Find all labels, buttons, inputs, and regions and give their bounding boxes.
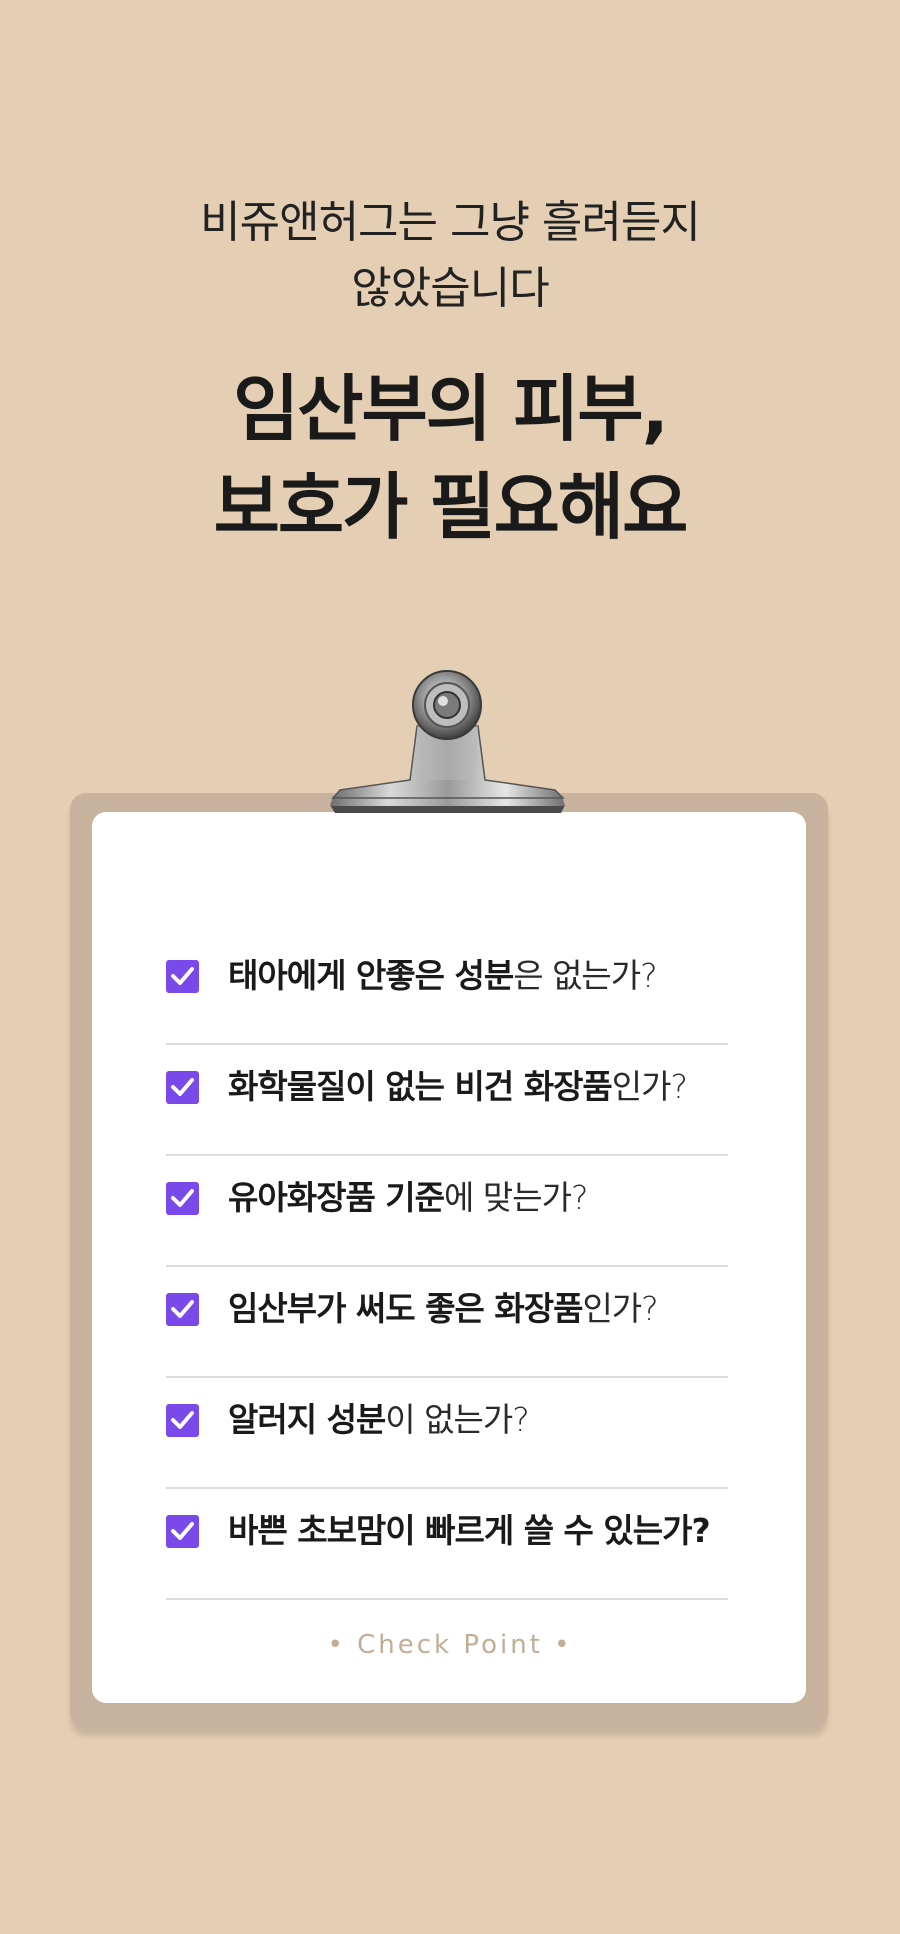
checkmark-icon <box>171 1189 194 1207</box>
item-rest-text: 에 맞는가? <box>444 1178 588 1217</box>
checklist-item: 유아화장품 기준에 맞는가? <box>166 1157 728 1267</box>
checklist-item-text: 화학물질이 없는 비건 화장품인가? <box>228 1064 688 1110</box>
checkmark-icon <box>171 1300 194 1318</box>
checkmark-icon <box>171 967 194 985</box>
checkbox[interactable] <box>166 1071 199 1104</box>
headline-line-2: 보호가 필요해요 <box>213 465 689 549</box>
headline: 임산부의 피부, 보호가 필요해요 <box>0 360 900 556</box>
checklist-item-text: 태아에게 안좋은 성분은 없는가? <box>228 953 658 999</box>
checklist-item: 바쁜 초보맘이 빠르게 쓸 수 있는가? <box>166 1490 728 1600</box>
intro-line-1: 비쥬앤허그는 그냥 흘려듣지 <box>200 197 701 248</box>
item-rest-text: 이 없는가? <box>385 1400 529 1439</box>
intro-text: 비쥬앤허그는 그냥 흘려듣지 않았습니다 <box>0 190 900 322</box>
checklist-item: 화학물질이 없는 비건 화장품인가? <box>166 1046 728 1156</box>
checkmark-icon <box>171 1411 194 1429</box>
item-strong-text: 유아화장품 기준 <box>228 1178 445 1217</box>
intro-line-2: 않았습니다 <box>351 263 549 314</box>
bulldog-clip-icon <box>330 670 565 813</box>
checklist-item-text: 알러지 성분이 없는가? <box>228 1397 530 1443</box>
item-strong-text: 바쁜 초보맘이 빠르게 쓸 수 있는가? <box>228 1511 711 1550</box>
checklist-item-text: 임산부가 써도 좋은 화장품인가? <box>228 1286 659 1332</box>
checklist-item: 알러지 성분이 없는가? <box>166 1379 728 1489</box>
checkbox[interactable] <box>166 1515 199 1548</box>
checkbox[interactable] <box>166 1404 199 1437</box>
checkmark-icon <box>171 1522 194 1540</box>
item-strong-text: 태아에게 안좋은 성분 <box>228 956 514 995</box>
checkbox[interactable] <box>166 960 199 993</box>
item-strong-text: 화학물질이 없는 비건 화장품 <box>228 1067 613 1106</box>
check-point-footer: • Check Point • <box>327 1630 573 1660</box>
checklist-item-text: 바쁜 초보맘이 빠르게 쓸 수 있는가? <box>228 1508 711 1554</box>
checklist: 태아에게 안좋은 성분은 없는가? 화학물질이 없는 비건 화장품인가? 유아화… <box>166 935 728 1601</box>
checklist-item: 태아에게 안좋은 성분은 없는가? <box>166 935 728 1045</box>
checkmark-icon <box>171 1078 194 1096</box>
headline-line-1: 임산부의 피부, <box>233 367 669 451</box>
item-rest-text: 인가? <box>582 1289 658 1328</box>
item-strong-text: 알러지 성분 <box>228 1400 386 1439</box>
item-strong-text: 임산부가 써도 좋은 화장품 <box>228 1289 583 1328</box>
checkbox[interactable] <box>166 1293 199 1326</box>
checkbox[interactable] <box>166 1182 199 1215</box>
item-rest-text: 인가? <box>611 1067 688 1106</box>
checklist-item: 임산부가 써도 좋은 화장품인가? <box>166 1268 728 1378</box>
item-rest-text: 은 없는가? <box>513 956 657 995</box>
checklist-item-text: 유아화장품 기준에 맞는가? <box>228 1175 588 1221</box>
